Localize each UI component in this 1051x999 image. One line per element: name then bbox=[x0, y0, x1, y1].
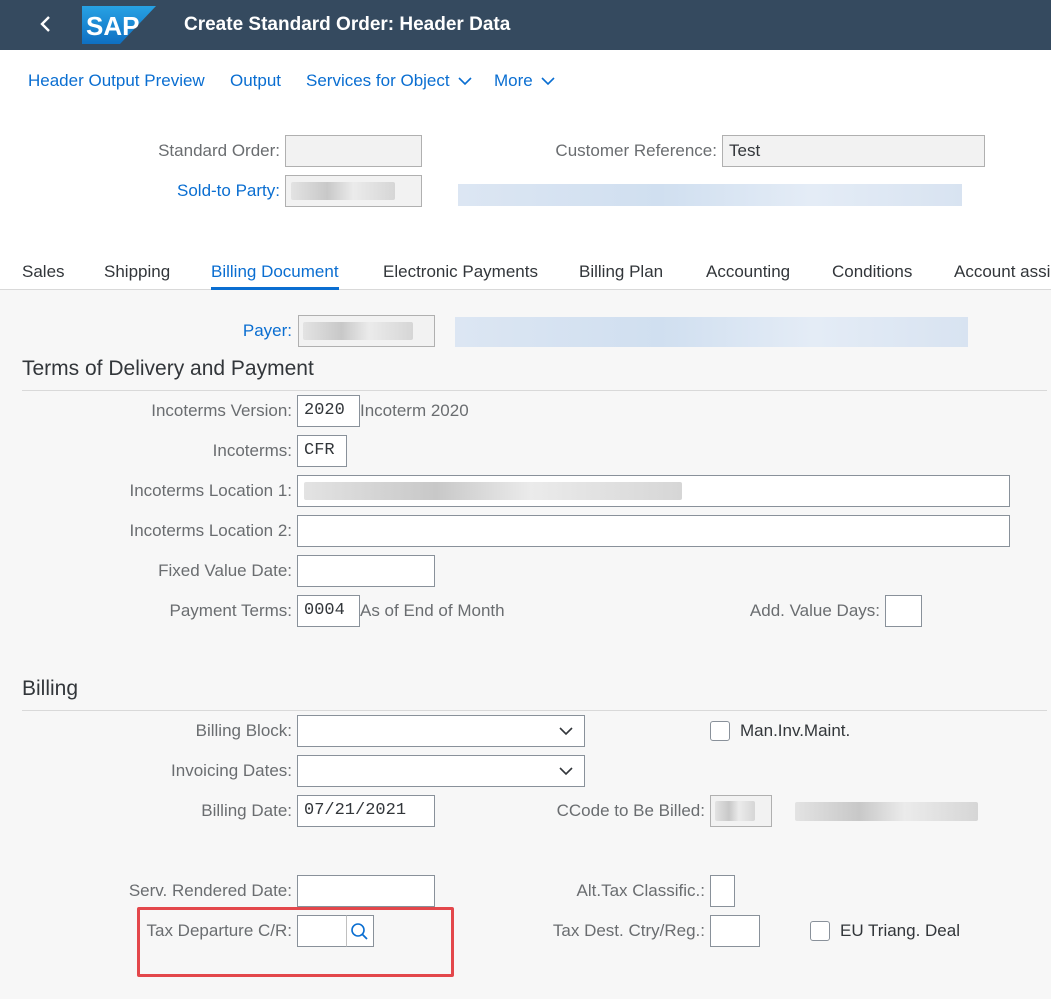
tab-account-assignment[interactable]: Account assi bbox=[954, 260, 1050, 284]
billing-block-label: Billing Block: bbox=[195, 721, 292, 740]
redacted-value bbox=[303, 322, 413, 340]
sold-to-party-field[interactable] bbox=[285, 175, 422, 207]
section-divider bbox=[22, 390, 1047, 391]
shell-bar: SAP Create Standard Order: Header Data bbox=[0, 0, 1051, 50]
customer-reference-label: Customer Reference: bbox=[555, 141, 717, 160]
tax-dest-label: Tax Dest. Ctry/Reg.: bbox=[552, 921, 705, 940]
back-arrow-icon[interactable] bbox=[36, 12, 56, 36]
incoterms-location1-field[interactable] bbox=[297, 475, 1010, 507]
services-for-object-label: Services for Object bbox=[306, 71, 450, 90]
chevron-down-icon bbox=[541, 77, 556, 86]
standard-order-label: Standard Order: bbox=[158, 141, 280, 160]
ccode-description-redacted bbox=[795, 802, 978, 821]
sold-to-party-name-redacted bbox=[458, 184, 962, 206]
alt-tax-classific-field[interactable] bbox=[710, 875, 735, 907]
tab-sales[interactable]: Sales bbox=[22, 260, 65, 284]
billing-date-field[interactable]: 07/21/2021 bbox=[297, 795, 435, 827]
redacted-value bbox=[304, 482, 682, 500]
header-output-preview-link[interactable]: Header Output Preview bbox=[28, 70, 205, 92]
incoterms-field[interactable]: CFR bbox=[297, 435, 347, 467]
payer-label[interactable]: Payer: bbox=[120, 315, 292, 347]
tax-dest-field[interactable] bbox=[710, 915, 760, 947]
incoterms-version-field[interactable]: 2020 bbox=[297, 395, 360, 427]
incoterms-location1-label: Incoterms Location 1: bbox=[129, 481, 292, 500]
add-value-days-label: Add. Value Days: bbox=[749, 601, 880, 620]
redacted-value bbox=[291, 182, 395, 200]
tab-billing-document[interactable]: Billing Document bbox=[211, 260, 339, 290]
tab-accounting[interactable]: Accounting bbox=[706, 260, 790, 284]
incoterms-version-label: Incoterms Version: bbox=[151, 401, 292, 420]
tab-strip: Sales Shipping Billing Document Electron… bbox=[0, 246, 1051, 290]
add-value-days-field[interactable] bbox=[885, 595, 922, 627]
chevron-down-icon bbox=[559, 727, 573, 736]
incoterms-version-description: Incoterm 2020 bbox=[360, 401, 469, 420]
chevron-down-icon bbox=[559, 767, 573, 776]
action-toolbar: Header Output Preview Output Services fo… bbox=[0, 50, 1051, 110]
alt-tax-classific-label: Alt.Tax Classific.: bbox=[576, 881, 705, 900]
ccode-to-be-billed-field[interactable] bbox=[710, 795, 772, 827]
fixed-value-date-label: Fixed Value Date: bbox=[158, 561, 292, 580]
eu-triang-deal-label: EU Triang. Deal bbox=[840, 921, 960, 940]
chevron-down-icon bbox=[458, 77, 472, 86]
tab-electronic-payments[interactable]: Electronic Payments bbox=[383, 260, 538, 284]
eu-triang-deal-checkbox[interactable] bbox=[810, 921, 830, 941]
terms-section-title: Terms of Delivery and Payment bbox=[22, 357, 314, 380]
customer-reference-field[interactable]: Test bbox=[722, 135, 985, 167]
page-title: Create Standard Order: Header Data bbox=[184, 14, 511, 35]
serv-rendered-date-label: Serv. Rendered Date: bbox=[128, 881, 292, 900]
billing-date-label: Billing Date: bbox=[201, 801, 292, 820]
tab-shipping[interactable]: Shipping bbox=[104, 260, 170, 284]
svg-text:SAP: SAP bbox=[86, 11, 139, 41]
billing-block-select[interactable] bbox=[297, 715, 585, 747]
serv-rendered-date-field[interactable] bbox=[297, 875, 435, 907]
fixed-value-date-field[interactable] bbox=[297, 555, 435, 587]
section-divider bbox=[22, 710, 1047, 711]
payment-terms-label: Payment Terms: bbox=[169, 601, 292, 620]
billing-section-title: Billing bbox=[22, 677, 79, 700]
output-link[interactable]: Output bbox=[230, 70, 281, 92]
more-menu[interactable]: More bbox=[494, 70, 556, 92]
tab-conditions[interactable]: Conditions bbox=[832, 260, 912, 284]
invoicing-dates-label: Invoicing Dates: bbox=[171, 761, 292, 780]
standard-order-field[interactable] bbox=[285, 135, 422, 167]
incoterms-location2-label: Incoterms Location 2: bbox=[129, 521, 292, 540]
more-label: More bbox=[494, 71, 533, 90]
payer-name-redacted bbox=[455, 317, 968, 347]
highlight-box bbox=[137, 907, 454, 977]
sap-logo: SAP bbox=[82, 6, 156, 44]
tab-billing-plan[interactable]: Billing Plan bbox=[579, 260, 663, 284]
man-inv-maint-checkbox[interactable] bbox=[710, 721, 730, 741]
sold-to-party-label[interactable]: Sold-to Party: bbox=[120, 175, 280, 207]
man-inv-maint-label: Man.Inv.Maint. bbox=[740, 721, 851, 740]
ccode-to-be-billed-label: CCode to Be Billed: bbox=[556, 801, 705, 820]
incoterms-label: Incoterms: bbox=[212, 441, 292, 460]
redacted-value bbox=[715, 801, 755, 821]
payer-field[interactable] bbox=[298, 315, 435, 347]
payment-terms-description: As of End of Month bbox=[360, 601, 505, 620]
services-for-object-menu[interactable]: Services for Object bbox=[306, 70, 473, 92]
incoterms-location2-field[interactable] bbox=[297, 515, 1010, 547]
payment-terms-field[interactable]: 0004 bbox=[297, 595, 360, 627]
invoicing-dates-select[interactable] bbox=[297, 755, 585, 787]
